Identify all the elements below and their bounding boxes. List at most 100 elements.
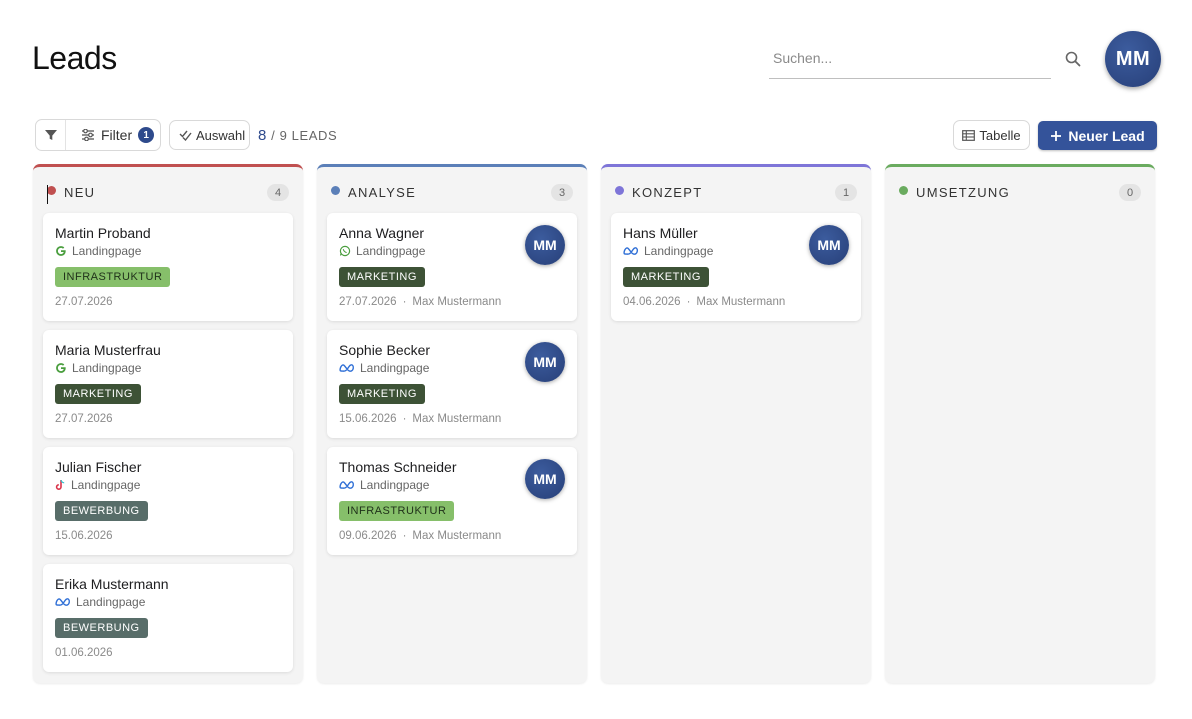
table-view-button[interactable]: Tabelle	[953, 120, 1030, 150]
status-dot-icon	[331, 186, 340, 195]
lead-meta: 27.07.2026	[55, 413, 113, 425]
lead-source-label: Landingpage	[72, 244, 142, 258]
meta-separator: ·	[686, 296, 691, 308]
filter-button[interactable]: Filter 1	[66, 120, 160, 150]
lead-meta: 15.06.2026	[55, 530, 113, 542]
select-label: Auswahl	[196, 127, 246, 143]
sliders-icon	[82, 129, 94, 141]
filter-label: Filter	[101, 127, 133, 143]
checklist-icon	[179, 130, 192, 141]
lead-date: 09.06.2026	[339, 530, 397, 542]
lead-tag: BEWERBUNG	[55, 618, 148, 638]
column-count-badge: 3	[551, 184, 573, 201]
lead-date: 27.07.2026	[55, 296, 113, 308]
owner-avatar[interactable]: MM	[525, 342, 565, 382]
lead-card[interactable]: Hans Müller Landingpage MARKETING 04.06.202…	[611, 213, 861, 321]
meta-separator: ·	[402, 530, 407, 542]
lead-tag: BEWERBUNG	[55, 501, 148, 521]
lead-tag: INFRASTRUKTUR	[339, 501, 455, 521]
lead-meta: 01.06.2026	[55, 647, 113, 659]
lead-card[interactable]: Martin Proband Landingpage INFRASTRUKTUR 27…	[43, 213, 293, 321]
whatsapp-icon	[339, 245, 351, 257]
lead-card[interactable]: Maria Musterfrau Landingpage MARKETING 27.0…	[43, 330, 293, 438]
filter-toolbar: Filter 1	[35, 119, 161, 151]
lead-card[interactable]: Anna Wagner Landingpage MARKETING 27.07.202…	[327, 213, 577, 321]
lead-meta: 15.06.2026 · Max Mustermann	[339, 413, 501, 425]
funnel-icon	[44, 130, 57, 140]
status-dot-icon	[899, 186, 908, 195]
status-dot-icon	[47, 186, 56, 195]
column-title: UMSETZUNG	[916, 185, 1011, 200]
owner-avatar[interactable]: MM	[525, 225, 565, 265]
lead-date: 15.06.2026	[339, 413, 397, 425]
new-lead-button[interactable]: Neuer Lead	[1038, 121, 1157, 150]
select-button[interactable]: Auswahl	[169, 120, 250, 150]
lead-counter: 8 / 9 LEADS	[258, 127, 337, 144]
user-avatar[interactable]: MM	[1105, 31, 1161, 87]
lead-card[interactable]: Erika Mustermann Landingpage BEWERBUNG 01.0…	[43, 564, 293, 672]
lead-meta: 27.07.2026 · Max Mustermann	[339, 296, 501, 308]
lead-source-label: Landingpage	[72, 361, 142, 375]
lead-source-label: Landingpage	[76, 595, 146, 609]
lead-owner: Max Mustermann	[412, 530, 502, 542]
lead-source: Landingpage	[55, 595, 145, 609]
search-icon[interactable]	[1064, 50, 1082, 68]
funnel-button[interactable]	[36, 120, 66, 150]
lead-meta: 04.06.2026 · Max Mustermann	[623, 296, 785, 308]
meta-icon	[55, 597, 71, 607]
lead-owner: Max Mustermann	[412, 413, 502, 425]
lead-card[interactable]: Sophie Becker Landingpage MARKETING 15.06.2…	[327, 330, 577, 438]
text-cursor	[47, 185, 48, 204]
lead-name: Hans Müller	[623, 225, 698, 241]
lead-meta: 09.06.2026 · Max Mustermann	[339, 530, 501, 542]
tiktok-icon	[55, 479, 66, 491]
lead-name: Erika Mustermann	[55, 576, 169, 592]
lead-meta: 27.07.2026	[55, 296, 113, 308]
lead-card[interactable]: Julian Fischer Landingpage BEWERBUNG 15.06.…	[43, 447, 293, 555]
lead-source-label: Landingpage	[360, 361, 430, 375]
column-title: KONZEPT	[632, 185, 703, 200]
google-icon	[55, 362, 67, 374]
meta-icon	[339, 363, 355, 373]
meta-icon	[623, 246, 639, 256]
column-count-badge: 4	[267, 184, 289, 201]
meta-separator: ·	[402, 296, 407, 308]
lead-owner: Max Mustermann	[412, 296, 502, 308]
lead-source: Landingpage	[339, 361, 429, 375]
column-title: ANALYSE	[348, 185, 417, 200]
column-count-badge: 0	[1119, 184, 1141, 201]
lead-count-shown: 8	[258, 127, 267, 144]
status-dot-icon	[615, 186, 624, 195]
lead-date: 27.07.2026	[55, 413, 113, 425]
lead-name: Sophie Becker	[339, 342, 431, 358]
owner-avatar[interactable]: MM	[525, 459, 565, 499]
lead-source-label: Landingpage	[644, 244, 714, 258]
lead-source: Landingpage	[339, 478, 429, 492]
lead-tag: MARKETING	[339, 384, 425, 404]
lead-tag: MARKETING	[55, 384, 141, 404]
column-header: NEU 4	[33, 167, 303, 215]
lead-source-label: Landingpage	[360, 478, 430, 492]
lead-owner: Max Mustermann	[696, 296, 786, 308]
owner-avatar[interactable]: MM	[809, 225, 849, 265]
lead-source: Landingpage	[623, 244, 713, 258]
meta-icon	[339, 480, 355, 490]
column-analyse: ANALYSE 3 Anna Wagner Landingpage MARKETING 2…	[317, 164, 587, 683]
lead-tag: MARKETING	[339, 267, 425, 287]
google-icon	[55, 245, 67, 257]
search-box[interactable]	[769, 40, 1051, 79]
lead-name: Maria Musterfrau	[55, 342, 161, 358]
lead-card[interactable]: Thomas Schneider Landingpage INFRASTRUKTUR…	[327, 447, 577, 555]
lead-source: Landingpage	[55, 478, 140, 492]
column-header: ANALYSE 3	[317, 167, 587, 215]
lead-date: 01.06.2026	[55, 647, 113, 659]
column-count-badge: 1	[835, 184, 857, 201]
lead-source: Landingpage	[55, 361, 141, 375]
search-input[interactable]	[769, 40, 1051, 76]
column-umsetzung: UMSETZUNG 0	[885, 164, 1155, 683]
column-header: UMSETZUNG 0	[885, 167, 1155, 215]
column-title: NEU	[64, 185, 96, 200]
lead-source-label: Landingpage	[71, 478, 141, 492]
table-icon	[962, 129, 976, 141]
column-konzept: KONZEPT 1 Hans Müller Landingpage MARKETING 0…	[601, 164, 871, 683]
